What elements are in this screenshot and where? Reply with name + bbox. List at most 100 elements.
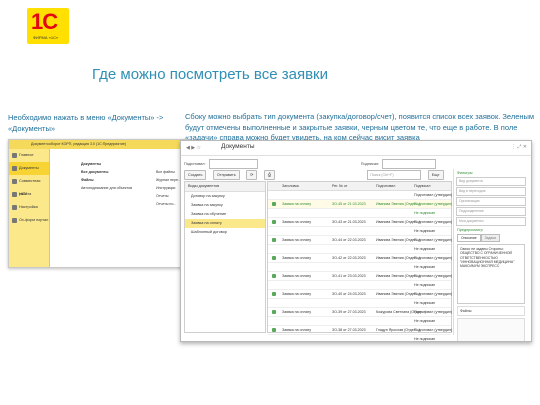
cell-title: Заявка на оплату: [282, 292, 312, 296]
tab-description[interactable]: Описание: [457, 234, 481, 242]
left-window-screenshot: Документооборот КОРП, редакция 3.0 (1С:П…: [8, 139, 188, 268]
preview-heading[interactable]: Предпросмотр: [457, 228, 525, 232]
files-section[interactable]: Файлы: [457, 306, 525, 316]
left-window-menu-col1: Документы Все документы Файлы Автоподпис…: [81, 160, 132, 192]
cell-reg: ЗО-38 от 27.03.2023: [332, 328, 366, 332]
document-icon: [272, 328, 276, 332]
cell-signed: Подготовил (утвердил): [414, 193, 453, 197]
menu-item-files[interactable]: Файлы: [81, 176, 132, 184]
table-row[interactable]: Не подписан: [268, 209, 451, 218]
document-icon: [12, 166, 17, 171]
nav-arrows-icon[interactable]: ◀ ▶ ☆: [186, 145, 201, 151]
col-header-signed[interactable]: Подписал: [414, 182, 430, 190]
documents-grid: Заголовок Рег. № от Подготовил Подписал …: [267, 181, 453, 341]
document-icon: [272, 274, 276, 278]
tree-item-template-contract[interactable]: Шаблонный договор: [185, 228, 265, 237]
create-button[interactable]: Создать: [184, 170, 207, 180]
cell-signed: Подготовил (утвердил): [414, 328, 453, 332]
menu-item-autosign[interactable]: Автоподписание для объектов: [81, 184, 132, 192]
table-row[interactable]: Заявка на оплату ЗО-40 от 24.03.2023 Ивано…: [268, 290, 452, 299]
table-row[interactable]: Заявка на оплату ЗО-42 от 22.03.2023 Ивано…: [268, 254, 453, 263]
note-right: Сбоку можно выбрать тип документа (закуп…: [185, 112, 535, 142]
sidebar-item-collaboration[interactable]: Совместная работа: [9, 175, 49, 196]
sidebar-item-documents[interactable]: Документы: [9, 162, 49, 175]
tree-item-purchase-request[interactable]: Заявка на закупку: [185, 201, 265, 210]
col-header-prepared[interactable]: Подготовил: [376, 182, 395, 190]
menu-item-journal[interactable]: Журнал пере...: [156, 176, 181, 184]
window-controls-icon[interactable]: ⋮ ⤢ ✕: [511, 144, 527, 150]
cell-signed: Подготовил (утвердил): [414, 310, 453, 314]
filters-heading[interactable]: Фильтры: [457, 171, 525, 175]
menu-item-reports-by[interactable]: Отчеты по...: [156, 200, 181, 208]
cell-reg: ЗО-42 от 22.03.2023: [332, 256, 366, 260]
toolbar: Подготовил: Подписал:: [184, 159, 438, 169]
cell-reg: ЗО-43 от 21.03.2023: [332, 220, 366, 224]
table-row[interactable]: Заявка на оплату ЗО-38 от 27.03.2023 Гладу…: [268, 326, 453, 335]
cell-title: Заявка на оплату: [282, 202, 312, 206]
table-row[interactable]: Подготовил (утвердил): [268, 191, 453, 200]
menu-item-all-files[interactable]: Все файлы: [156, 168, 181, 176]
cell-signed: Не подписан: [414, 301, 436, 305]
cell-signed: Не подписан: [414, 337, 436, 341]
document-types-tree: Виды документов Договор на закупку Заявк…: [184, 181, 266, 333]
table-row[interactable]: Не подписан: [268, 335, 451, 341]
more-button[interactable]: Еще: [427, 170, 444, 180]
signed-by-field[interactable]: [382, 159, 437, 169]
cell-signed: Подготовил (утвердил): [414, 256, 453, 260]
table-row[interactable]: Заявка на оплату ЗО-39 от 27.03.2023 Кожур…: [268, 308, 453, 317]
menu-item-instructions[interactable]: Инструкции: [156, 184, 181, 192]
gear-icon: [12, 205, 17, 210]
col-header-title[interactable]: Заголовок: [282, 182, 299, 190]
cell-title: Заявка на оплату: [282, 238, 312, 242]
tree-item-purchase-contract[interactable]: Договор на закупку: [185, 192, 265, 201]
table-row[interactable]: Не подписан: [268, 227, 451, 236]
table-row[interactable]: Заявка на оплату ЗО-43 от 21.03.2023 Ивано…: [268, 218, 453, 227]
book-icon: [12, 192, 17, 197]
send-button[interactable]: Отправить: [212, 170, 240, 180]
filter-transitions[interactable]: Вид в переходов: [456, 187, 526, 196]
cell-title: Заявка на оплату: [282, 274, 312, 278]
filter-my-documents[interactable]: Мои документы: [456, 217, 526, 226]
filter-doc-type[interactable]: Вид документа: [456, 177, 526, 186]
tree-item-payment-request[interactable]: Заявка на оплату: [185, 219, 265, 228]
document-icon: [272, 256, 276, 260]
logo-caption: ФИРМА «1С»: [33, 35, 59, 40]
tree-header: Виды документов: [185, 182, 265, 192]
sidebar-item-nsi[interactable]: НСИ: [9, 188, 49, 201]
prepared-by-label: Подготовил:: [184, 162, 206, 166]
search-input[interactable]: Поиск (Ctrl+F): [367, 170, 422, 180]
tree-item-training-request[interactable]: Заявка на обучение: [185, 210, 265, 219]
tasks-text: Связи: не заданы Стороны: ОБЩЕСТВО С ОГР…: [460, 247, 515, 269]
col-header-reg[interactable]: Рег. № от: [332, 182, 348, 190]
cell-reg: ЗО-44 от 22.03.2023: [332, 238, 366, 242]
table-row[interactable]: Не подписан: [268, 263, 451, 272]
print-icon[interactable]: ⎙: [263, 170, 275, 180]
cell-signed: Подготовил (утвердил): [414, 220, 453, 224]
grid-header: Заголовок Рег. № от Подготовил Подписал: [268, 182, 451, 191]
table-row[interactable]: Заявка на оплату ЗО-44 от 22.03.2023 Ивано…: [268, 236, 452, 245]
sidebar-item-settings[interactable]: Настройка: [9, 201, 49, 214]
tab-tasks[interactable]: Задачи: [480, 234, 500, 242]
table-row[interactable]: Не подписан: [268, 245, 451, 254]
menu-item-all-documents[interactable]: Все документы: [81, 168, 132, 176]
filter-department[interactable]: Подразделение: [456, 207, 526, 216]
table-row[interactable]: Заявка на оплату ЗО-41 от 23.03.2023 Ивано…: [268, 272, 453, 281]
document-icon: [272, 292, 276, 296]
table-row[interactable]: Не подписан: [268, 299, 451, 308]
prepared-by-field[interactable]: [208, 159, 258, 169]
refresh-icon[interactable]: ⟳: [246, 170, 258, 180]
documents-window: ◀ ▶ ☆ Документы ⋮ ⤢ ✕ Подготовил: Подпис…: [180, 140, 532, 342]
table-row[interactable]: Не подписан: [268, 317, 451, 326]
filter-organization[interactable]: Организация: [456, 197, 526, 206]
signed-by-label: Подписал:: [360, 162, 380, 166]
cell-signed: Подготовил (утвердил): [414, 274, 453, 278]
sidebar-item-portal[interactable]: Ох-форм портал: [9, 214, 49, 227]
tasks-box: Связи: не заданы Стороны: ОБЩЕСТВО С ОГР…: [457, 244, 525, 304]
table-row[interactable]: Заявка на оплату ЗО-45 от 21.03.2023 Ивано…: [268, 200, 452, 209]
cell-signed: Не подписан: [414, 319, 436, 323]
menu-item-reports[interactable]: Отчеты: [156, 192, 181, 200]
sidebar-item-main[interactable]: Главное: [9, 149, 49, 162]
menu-item-documents[interactable]: Документы: [81, 160, 132, 168]
table-row[interactable]: Не подписан: [268, 281, 451, 290]
cell-title: Заявка на оплату: [282, 328, 312, 332]
